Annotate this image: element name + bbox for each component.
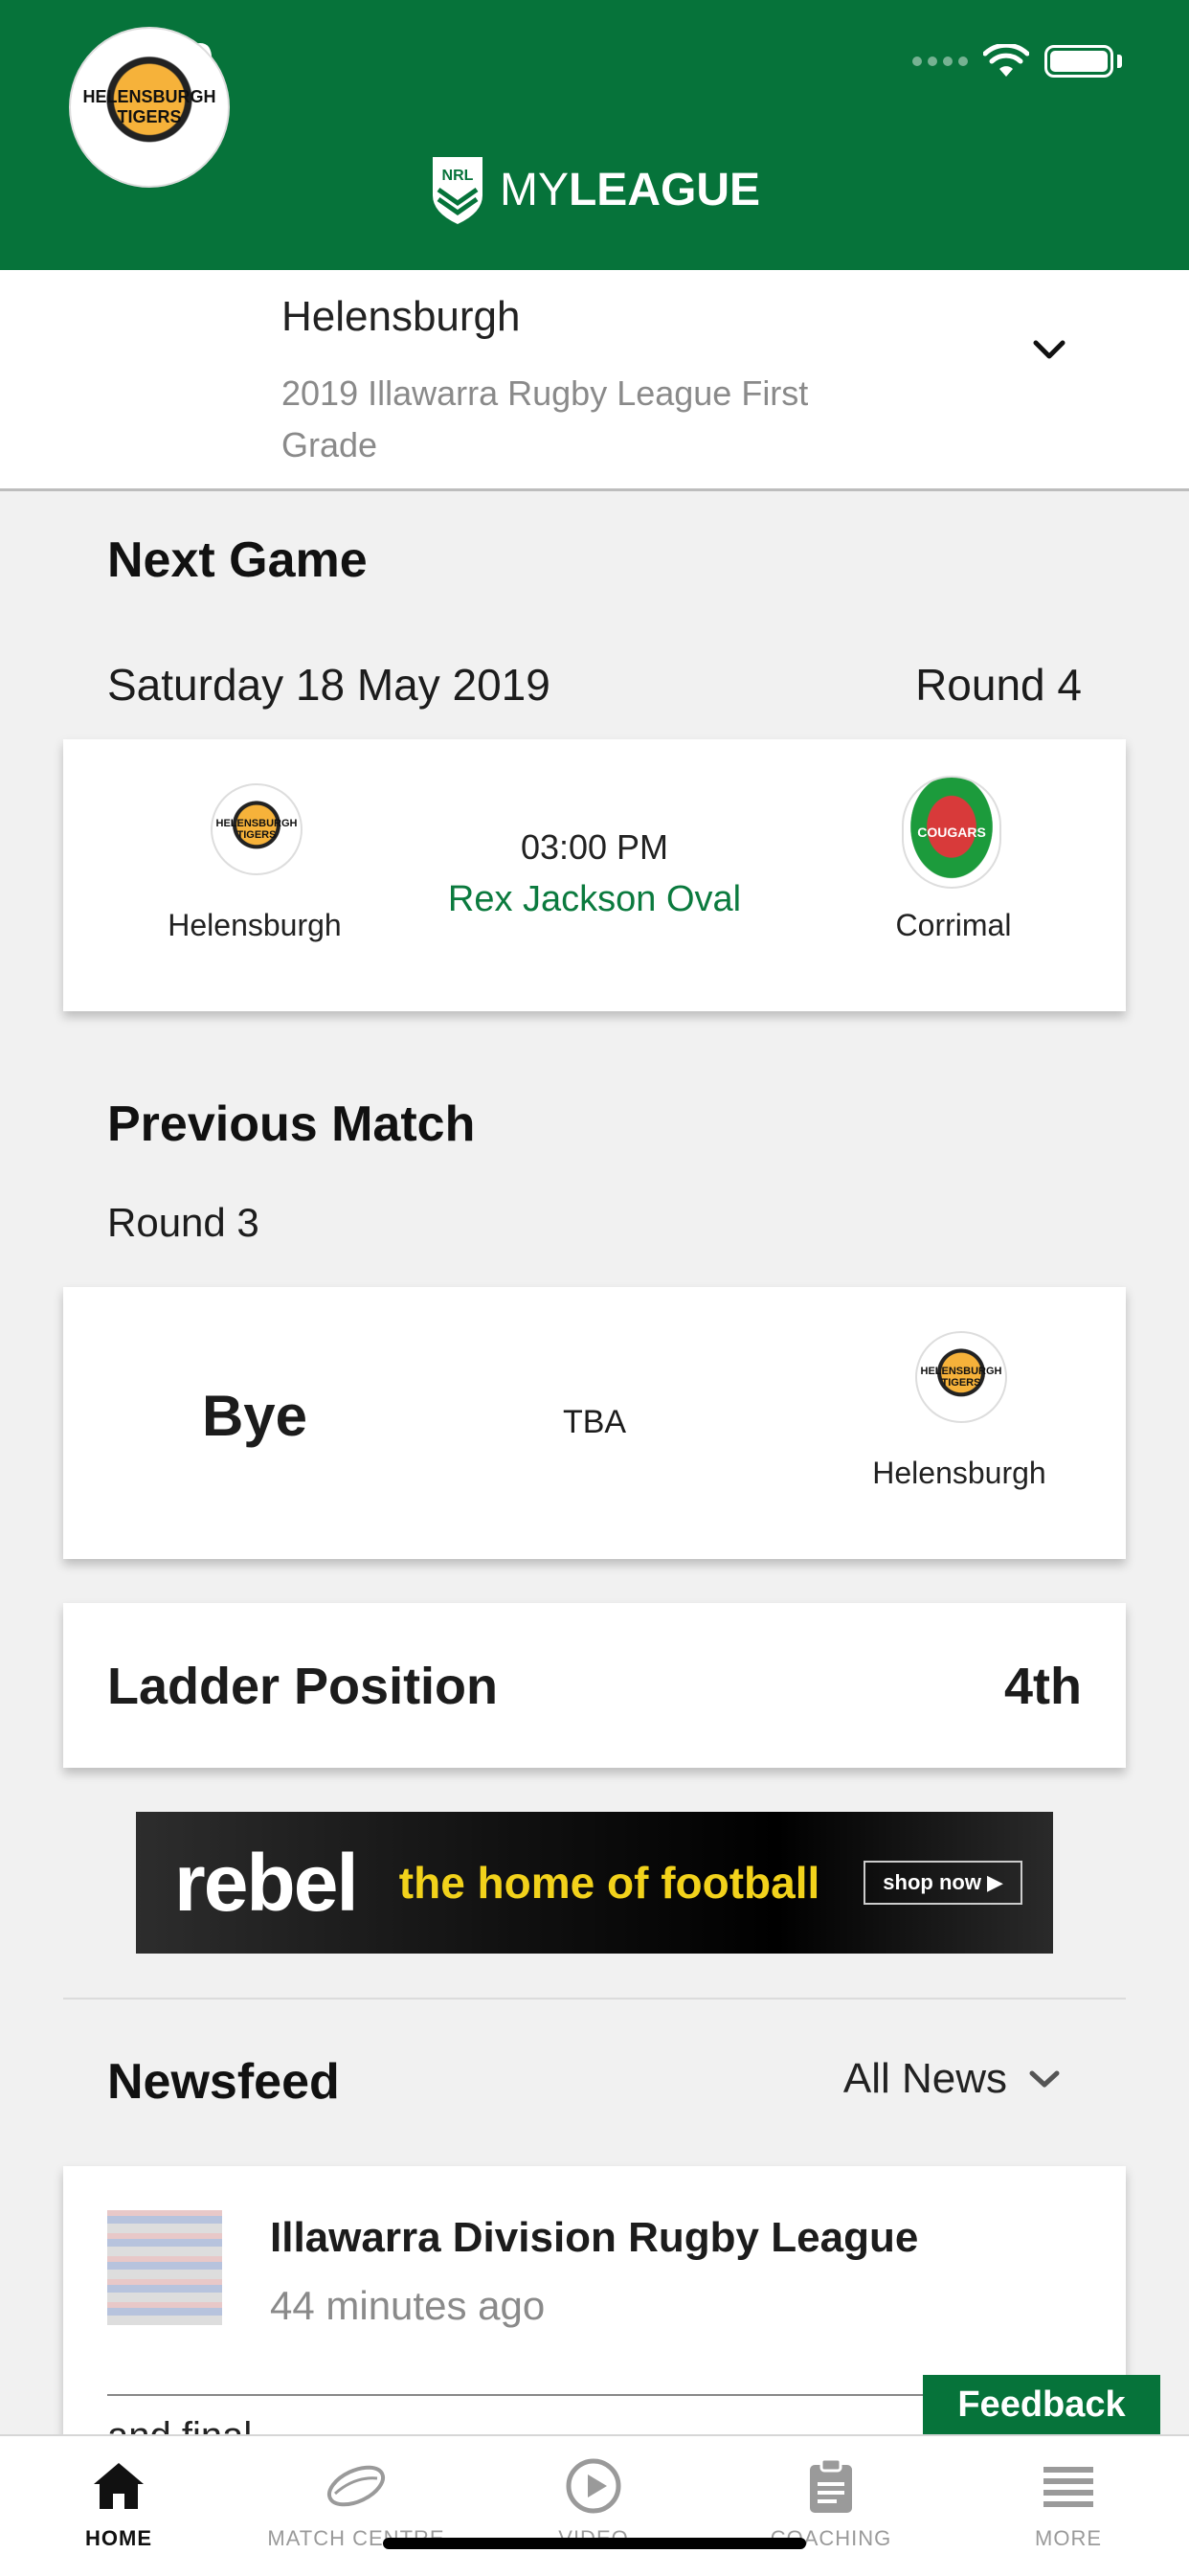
previous-team-logo-text: HELENSBURGH TIGERS	[920, 1366, 1002, 1389]
team-name: Helensburgh	[281, 293, 521, 340]
next-game-heading: Next Game	[107, 532, 368, 588]
away-team-logo-text: COUGARS	[917, 825, 986, 840]
news-filter-label: All News	[842, 2055, 1007, 2102]
next-game-date: Saturday 18 May 2019	[107, 660, 550, 710]
feedback-button[interactable]: Feedback	[923, 2375, 1160, 2434]
team-logo-text: HELENSBURGH TIGERS	[82, 87, 216, 126]
nrl-text: NRL	[442, 168, 474, 184]
play-icon	[566, 2458, 621, 2514]
wifi-icon	[983, 44, 1029, 77]
chevron-down-icon[interactable]	[1030, 335, 1068, 364]
previous-team-logo: HELENSBURGH TIGERS	[915, 1331, 1007, 1423]
previous-match-round: Round 3	[107, 1200, 259, 1245]
tab-coaching[interactable]: COACHING	[712, 2436, 950, 2576]
newsfeed-heading: Newsfeed	[107, 2054, 340, 2110]
kickoff-time: 03:00 PM	[520, 827, 669, 867]
next-game-round: Round 4	[915, 660, 1082, 710]
ladder-label: Ladder Position	[107, 1658, 499, 1715]
away-team-name: Corrimal	[895, 908, 1012, 942]
brand-name: MYLEAGUE	[500, 164, 760, 216]
venue-link[interactable]: Rex Jackson Oval	[350, 879, 839, 920]
ladder-position: 4th	[1004, 1658, 1082, 1715]
nrl-shield-icon: NRL	[432, 157, 482, 224]
menu-icon	[1043, 2467, 1093, 2507]
news-time: 44 minutes ago	[270, 2283, 546, 2328]
tab-match-centre[interactable]: MATCH CENTRE	[237, 2436, 475, 2576]
tab-more-label: MORE	[1035, 2526, 1102, 2550]
news-filter-dropdown[interactable]: All News	[843, 2055, 1063, 2103]
result-tba: TBA	[562, 1404, 627, 1440]
home-indicator	[383, 2538, 806, 2549]
home-team-logo: HELENSBURGH TIGERS	[211, 783, 303, 875]
away-team-logo: COUGARS	[902, 776, 1001, 889]
previous-match-card[interactable]: Bye TBA HELENSBURGH TIGERS Helensburgh	[63, 1287, 1126, 1559]
bottom-tab-bar: HOME MATCH CENTRE VIDEO COACHING	[0, 2434, 1189, 2576]
battery-icon	[1044, 45, 1113, 78]
tab-home[interactable]: HOME	[0, 2436, 237, 2576]
news-title: Illawarra Division Rugby League	[270, 2214, 919, 2261]
tab-more[interactable]: MORE	[950, 2436, 1187, 2576]
news-thumbnail	[107, 2210, 222, 2325]
previous-team-name: Helensburgh	[872, 1456, 1046, 1490]
football-icon	[326, 2465, 386, 2507]
status-icons	[912, 44, 1122, 79]
home-team-logo-text: HELENSBURGH TIGERS	[215, 818, 298, 841]
team-logo: HELENSBURGH TIGERS	[69, 27, 230, 188]
ad-brand: rebel	[174, 1837, 359, 1928]
brand-league: LEAGUE	[568, 164, 760, 215]
previous-match-heading: Previous Match	[107, 1096, 476, 1152]
advertisement-banner[interactable]: rebel the home of football shop now ▶	[136, 1812, 1053, 1954]
chevron-down-icon	[1029, 2070, 1060, 2088]
tab-home-label: HOME	[85, 2526, 152, 2550]
home-icon	[94, 2463, 144, 2509]
team-competition: 2019 Illawarra Rugby League First Grade	[281, 373, 809, 464]
ad-shop-button[interactable]: shop now ▶	[864, 1861, 1022, 1905]
battery-cap	[1117, 55, 1122, 68]
next-game-card[interactable]: HELENSBURGH TIGERS Helensburgh 03:00 PM …	[63, 739, 1126, 1011]
tab-video[interactable]: VIDEO	[475, 2436, 712, 2576]
clipboard-icon	[810, 2457, 852, 2513]
section-divider	[63, 1998, 1126, 2000]
brand-my: MY	[499, 164, 569, 215]
ad-tagline: the home of football	[398, 1858, 820, 1908]
cellular-signal-icon	[912, 56, 968, 66]
